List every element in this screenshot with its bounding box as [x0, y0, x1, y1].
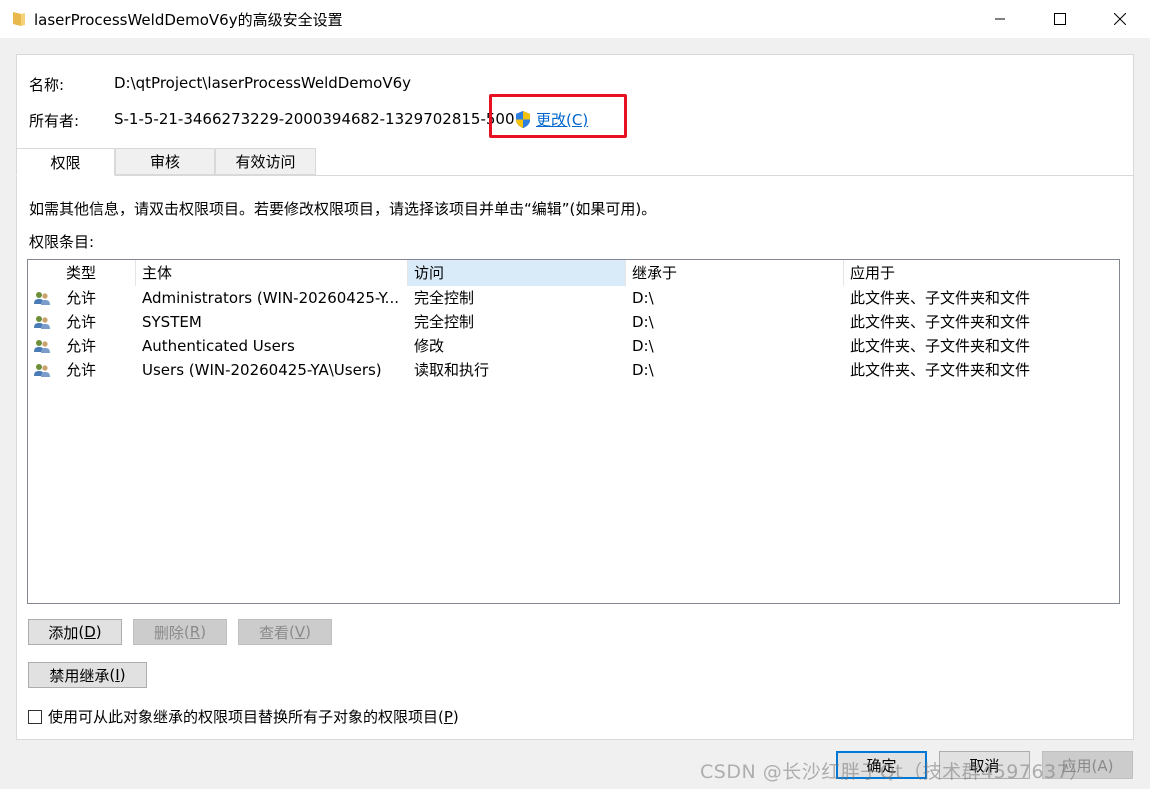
tab-auditing[interactable]: 审核 [115, 148, 215, 175]
replace-child-permissions-checkbox[interactable] [28, 709, 42, 724]
replace-child-permissions-option[interactable]: 使用可从此对象继承的权限项目替换所有子对象的权限项目(P) [28, 706, 459, 727]
tab-divider [16, 175, 1134, 176]
disable-inheritance-key: I [115, 666, 120, 684]
window-title: laserProcessWeldDemoV6y的高级安全设置 [34, 11, 343, 29]
table-row[interactable]: 允许 Users (WIN-20260425-YA\Users) 读取和执行 D… [28, 358, 1119, 382]
user-group-icon [34, 292, 50, 305]
user-group-icon [34, 364, 50, 377]
column-header-principal[interactable]: 主体 [136, 260, 408, 286]
row-type: 允许 [66, 313, 97, 331]
view-button-label: 查看 [259, 623, 290, 642]
owner-label: 所有者: [29, 112, 80, 130]
user-group-icon [34, 316, 50, 329]
tab-effective-access-label: 有效访问 [235, 153, 296, 171]
title-bar: laserProcessWeldDemoV6y的高级安全设置 [0, 0, 1150, 38]
tab-effective-access[interactable]: 有效访问 [215, 148, 316, 175]
entries-label: 权限条目: [29, 233, 95, 251]
disable-inheritance-label: 禁用继承 [49, 666, 110, 685]
folder-icon [13, 12, 25, 26]
column-header-type-label: 类型 [66, 264, 97, 282]
row-inherited-from: D:\ [632, 361, 654, 379]
column-header-inherited-from-label: 继承于 [632, 264, 678, 282]
close-icon [1114, 13, 1126, 25]
row-access: 修改 [414, 337, 445, 355]
highlight-box [489, 94, 627, 138]
tab-auditing-label: 审核 [149, 153, 180, 171]
checkbox-key: P [443, 708, 453, 726]
tab-permissions[interactable]: 权限 [16, 148, 115, 176]
column-header-principal-label: 主体 [142, 264, 173, 282]
view-button[interactable]: 查看(V) [238, 619, 332, 645]
column-header-applies-to[interactable]: 应用于 [844, 260, 1119, 286]
row-inherited-from: D:\ [632, 289, 654, 307]
remove-button-key: R [189, 623, 201, 641]
add-button-label: 添加 [48, 623, 79, 642]
column-header-access-label: 访问 [414, 264, 445, 282]
info-text: 如需其他信息，请双击权限项目。若要修改权限项目，请选择该项目并单击“编辑”(如果… [29, 200, 657, 218]
name-value: D:\qtProject\laserProcessWeldDemoV6y [114, 74, 412, 92]
list-header: 类型 主体 访问 继承于 应用于 [28, 260, 1119, 286]
watermark: CSDN @长沙红胖子Qt（技术群4597637） [700, 761, 1089, 783]
add-button[interactable]: 添加(D) [28, 619, 122, 645]
row-access: 读取和执行 [414, 361, 490, 379]
column-header-inherited-from[interactable]: 继承于 [626, 260, 844, 286]
add-button-key: D [84, 623, 96, 641]
minimize-icon [995, 18, 1005, 20]
table-row[interactable]: 允许 Authenticated Users 修改 D:\ 此文件夹、子文件夹和… [28, 334, 1119, 358]
row-applies-to: 此文件夹、子文件夹和文件 [850, 289, 1031, 307]
user-group-icon [34, 340, 50, 353]
column-header-access[interactable]: 访问 [408, 260, 626, 286]
name-label: 名称: [29, 76, 65, 94]
disable-inheritance-button[interactable]: 禁用继承(I) [28, 662, 147, 688]
row-principal: SYSTEM [142, 313, 202, 331]
owner-value: S-1-5-21-3466273229-2000394682-132970281… [114, 110, 515, 128]
checkbox-text: 使用可从此对象继承的权限项目替换所有子对象的权限项目 [48, 708, 439, 726]
replace-child-permissions-label: 使用可从此对象继承的权限项目替换所有子对象的权限项目(P) [48, 708, 459, 726]
maximize-button[interactable] [1037, 0, 1083, 38]
tab-permissions-label: 权限 [50, 153, 81, 172]
column-header-type[interactable]: 类型 [60, 260, 136, 286]
permission-entries-list[interactable]: 类型 主体 访问 继承于 应用于 允许 Administrators (WIN-… [27, 259, 1120, 604]
row-applies-to: 此文件夹、子文件夹和文件 [850, 337, 1031, 355]
row-principal: Users (WIN-20260425-YA\Users) [142, 361, 382, 379]
row-type: 允许 [66, 289, 97, 307]
close-button[interactable] [1097, 0, 1143, 38]
row-inherited-from: D:\ [632, 313, 654, 331]
row-principal: Authenticated Users [142, 337, 295, 355]
minimize-button[interactable] [977, 0, 1023, 38]
remove-button[interactable]: 删除(R) [133, 619, 227, 645]
row-inherited-from: D:\ [632, 337, 654, 355]
table-row[interactable]: 允许 Administrators (WIN-20260425-Y... 完全控… [28, 286, 1119, 310]
column-header-icon [28, 260, 60, 286]
column-header-applies-to-label: 应用于 [850, 264, 896, 282]
row-applies-to: 此文件夹、子文件夹和文件 [850, 361, 1031, 379]
row-access: 完全控制 [414, 289, 475, 307]
row-applies-to: 此文件夹、子文件夹和文件 [850, 313, 1031, 331]
view-button-key: V [294, 623, 306, 641]
row-access: 完全控制 [414, 313, 475, 331]
remove-button-label: 删除 [153, 623, 184, 642]
row-type: 允许 [66, 361, 97, 379]
row-type: 允许 [66, 337, 97, 355]
row-principal: Administrators (WIN-20260425-Y... [142, 289, 399, 307]
table-row[interactable]: 允许 SYSTEM 完全控制 D:\ 此文件夹、子文件夹和文件 [28, 310, 1119, 334]
maximize-icon [1054, 13, 1066, 25]
